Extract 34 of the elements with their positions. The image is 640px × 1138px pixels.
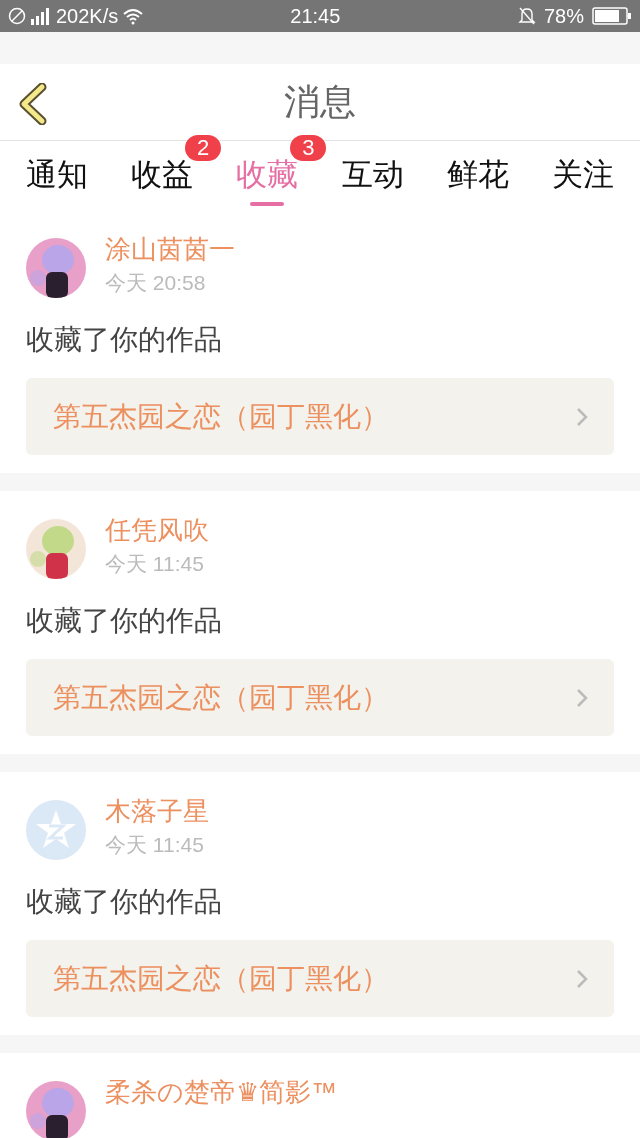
message-time: 今天 20:58 (105, 270, 207, 296)
battery-percent: 78% (543, 4, 584, 29)
message-time: 今天 11:45 (105, 832, 205, 858)
default-avatar-icon (26, 800, 86, 860)
chevron-right-icon (576, 687, 588, 708)
signal-icon (30, 6, 52, 26)
work-link[interactable]: 第五杰园之恋（园丁黑化） (26, 378, 614, 455)
user-name[interactable]: 任凭风吹 (105, 513, 209, 547)
work-link[interactable]: 第五杰园之恋（园丁黑化） (26, 940, 614, 1017)
message-text: 收藏了你的作品 (26, 323, 223, 357)
page-title: 消息 (284, 80, 356, 124)
work-link[interactable]: 第五杰园之恋（园丁黑化） (26, 659, 614, 736)
back-chevron-icon (18, 83, 48, 125)
message-text: 收藏了你的作品 (26, 885, 223, 919)
message-time: 今天 11:45 (105, 551, 205, 577)
network-speed: 202K/s (56, 4, 119, 29)
battery-icon (592, 7, 632, 25)
user-name[interactable]: 柔杀の楚帝♛简影™ (105, 1075, 337, 1109)
tab[interactable]: 鲜花 (446, 141, 509, 210)
user-name[interactable]: 木落子星 (105, 794, 209, 828)
no-sim-icon (8, 7, 26, 25)
chevron-right-icon (576, 968, 588, 989)
user-name[interactable]: 涂山茵茵一 (105, 232, 235, 266)
tab[interactable]: 关注 (551, 141, 614, 210)
tab[interactable]: 互动 (341, 141, 404, 210)
muted-bell-icon (517, 6, 536, 26)
wifi-icon (122, 7, 145, 25)
message-text: 收藏了你的作品 (26, 604, 223, 638)
count-badge: 3 (290, 135, 327, 161)
count-badge: 2 (185, 135, 222, 161)
clock: 21:45 (290, 4, 341, 29)
chevron-right-icon (576, 406, 588, 427)
tab[interactable]: 通知 (26, 141, 88, 210)
tab-underline (250, 202, 285, 206)
